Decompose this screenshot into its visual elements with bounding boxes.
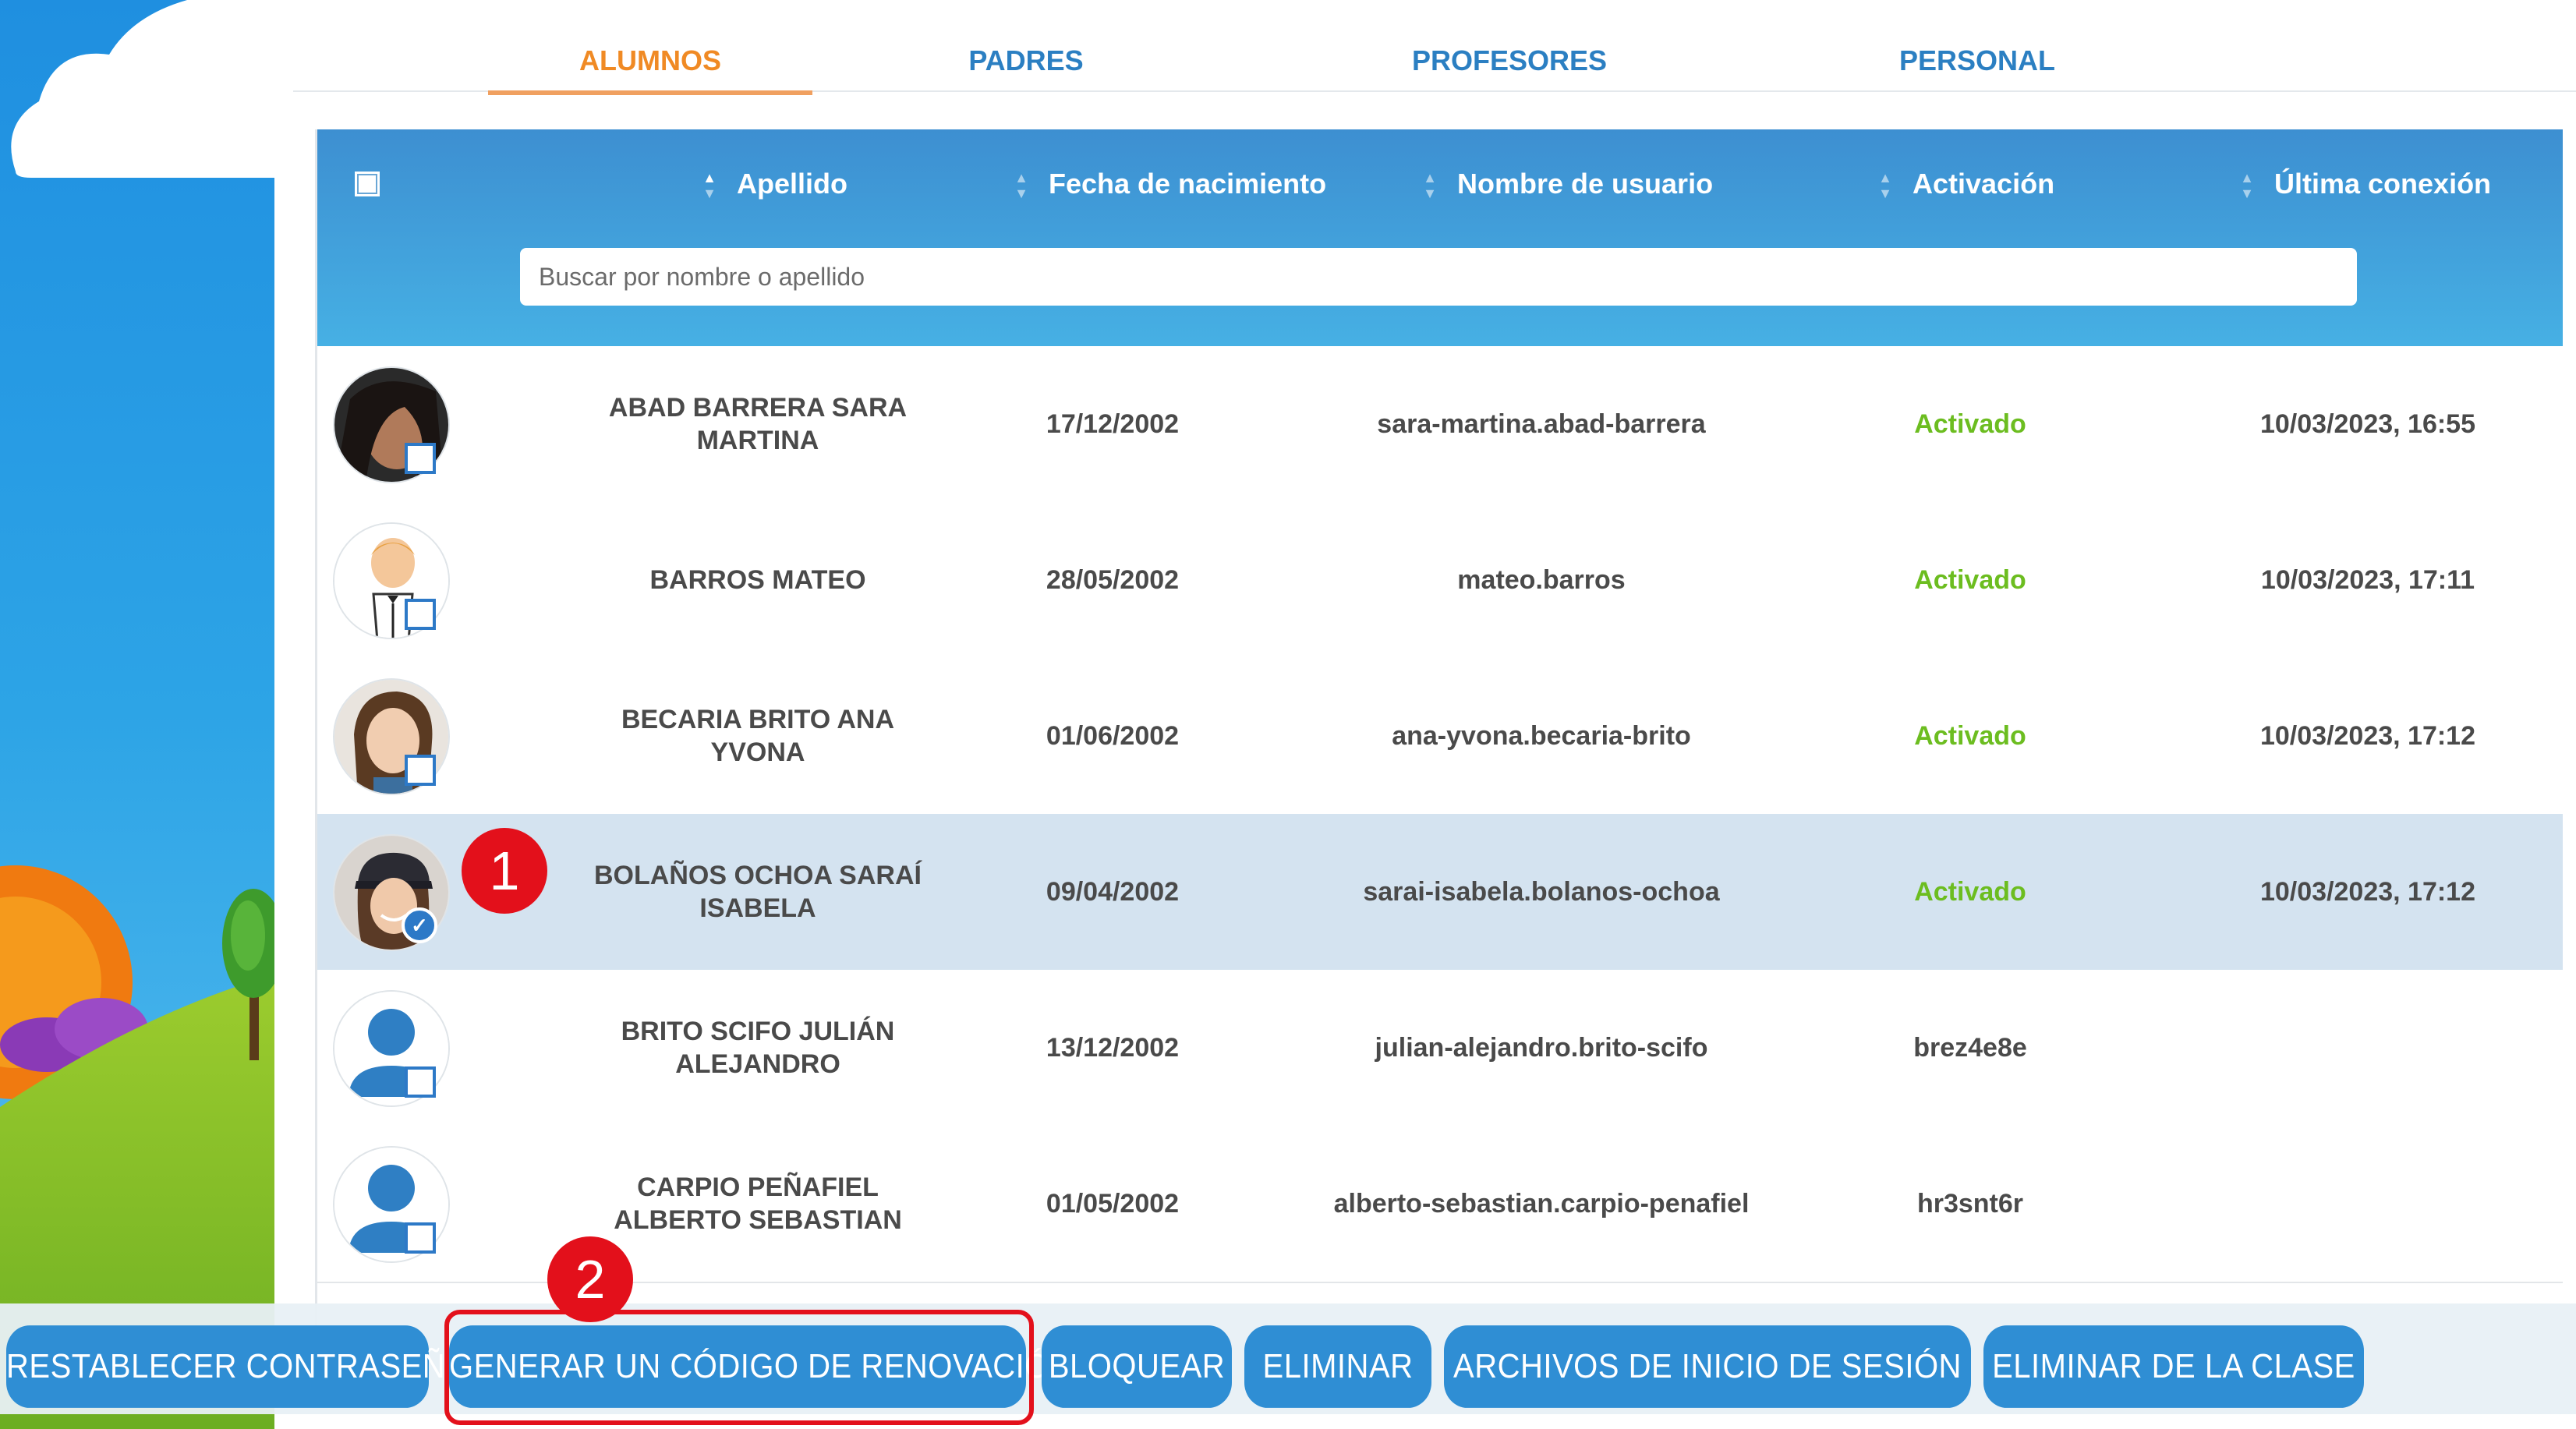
activation-status: Activado (1914, 409, 2026, 439)
column-label: Nombre de usuario (1457, 168, 1714, 200)
delete-button[interactable]: ELIMINAR (1244, 1325, 1431, 1408)
row-checkbox[interactable] (405, 755, 436, 786)
student-name: ABAD BARRERA SARA MARTINA (608, 393, 908, 455)
birth-date: 09/04/2002 (1046, 877, 1180, 907)
main-panel: ALUMNOS PADRES PROFESORES PERSONAL ▲ ▼ Ape… (274, 0, 2576, 1429)
column-apellido[interactable]: ▲ ▼ Apellido (701, 161, 847, 207)
activation-status: Activado (1914, 877, 2026, 907)
search-input[interactable] (520, 248, 2357, 306)
reset-password-button[interactable]: RESTABLECER CONTRASEÑA (6, 1325, 466, 1408)
student-name: BECARIA BRITO ANA YVONA (621, 705, 895, 767)
last-connection: 10/03/2023, 16:55 (2259, 409, 2476, 439)
table-row-selected[interactable]: ✓ BOLAÑOS OCHOA SARAÍ ISABELA 09/04/2002… (317, 814, 2563, 971)
column-label: Última conexión (2274, 168, 2492, 200)
table-row[interactable]: BARROS MATEO 28/05/2002 mateo.barros Act… (317, 502, 2563, 660)
username: alberto-sebastian.carpio-penafiel (1333, 1189, 1750, 1219)
column-fecha-nacimiento[interactable]: ▲ ▼ Fecha de nacimiento (1013, 161, 1326, 207)
annotation-marker-1: 1 (462, 828, 547, 914)
last-connection: 10/03/2023, 17:12 (2259, 721, 2476, 751)
student-name: BRITO SCIFO JULIÁN ALEJANDRO (621, 1017, 895, 1079)
table-row[interactable]: BRITO SCIFO JULIÁN ALEJANDRO 13/12/2002 … (317, 970, 2563, 1127)
column-label: Fecha de nacimiento (1049, 168, 1327, 200)
last-connection: 10/03/2023, 17:12 (2259, 877, 2476, 907)
row-checkbox[interactable] (405, 599, 436, 630)
username: sara-martina.abad-barrera (1377, 409, 1706, 439)
column-label: Apellido (737, 168, 847, 200)
select-all-checkbox[interactable] (355, 172, 380, 196)
table-row[interactable]: CARPIO PEÑAFIEL ALBERTO SEBASTIAN 01/05/… (317, 1126, 2563, 1283)
student-name: CARPIO PEÑAFIEL ALBERTO SEBASTIAN (614, 1173, 902, 1235)
sort-icon: ▲ ▼ (1014, 170, 1028, 202)
table-header: ▲ ▼ Apellido ▲ ▼ Fecha de nacimiento ▲ ▼ Nombr… (317, 129, 2563, 346)
tab-personal[interactable]: PERSONAL (1884, 41, 2071, 90)
remove-from-class-button[interactable]: ELIMINAR DE LA CLASE (1983, 1325, 2364, 1408)
row-checkbox-checked[interactable]: ✓ (402, 907, 437, 943)
tab-profesores[interactable]: PROFESORES (1392, 41, 1626, 90)
tab-padres[interactable]: PADRES (956, 41, 1096, 90)
table-row[interactable]: ABAD BARRERA SARA MARTINA 17/12/2002 sar… (317, 346, 2563, 504)
annotation-highlight-box (444, 1310, 1034, 1425)
column-nombre-usuario[interactable]: ▲ ▼ Nombre de usuario (1421, 161, 1713, 207)
table-row[interactable]: BECARIA BRITO ANA YVONA 01/06/2002 ana-y… (317, 658, 2563, 815)
sort-icon: ▲ ▼ (1423, 170, 1437, 202)
username: sarai-isabela.bolanos-ochoa (1363, 877, 1720, 907)
student-name: BARROS MATEO (649, 565, 866, 595)
login-files-button[interactable]: ARCHIVOS DE INICIO DE SESIÓN (1444, 1325, 1971, 1408)
username: julian-alejandro.brito-scifo (1375, 1033, 1708, 1063)
last-connection (2204, 1126, 2532, 1282)
column-activacion[interactable]: ▲ ▼ Activación (1877, 161, 2054, 207)
activation-status: Activado (1914, 565, 2026, 595)
row-checkbox[interactable] (405, 1066, 436, 1098)
annotation-marker-2: 2 (547, 1236, 633, 1322)
activation-code: hr3snt6r (1916, 1189, 2024, 1219)
sort-icon: ▲ ▼ (702, 170, 717, 202)
birth-date: 01/06/2002 (1046, 721, 1180, 751)
row-checkbox[interactable] (405, 1222, 436, 1254)
column-ultima-conexion[interactable]: ▲ ▼ Última conexión (2238, 161, 2491, 207)
birth-date: 13/12/2002 (1046, 1033, 1180, 1063)
row-checkbox[interactable] (405, 443, 436, 474)
username: mateo.barros (1457, 565, 1626, 595)
block-button[interactable]: BLOQUEAR (1042, 1325, 1232, 1408)
sort-icon: ▲ ▼ (1878, 170, 1892, 202)
activation-code: brez4e8e (1913, 1033, 2027, 1063)
role-tabs: ALUMNOS PADRES PROFESORES PERSONAL (293, 0, 2576, 95)
birth-date: 01/05/2002 (1046, 1189, 1180, 1219)
last-connection (2204, 970, 2532, 1126)
background-scene (0, 0, 274, 1429)
tab-alumnos[interactable]: ALUMNOS (488, 41, 812, 95)
student-name: BOLAÑOS OCHOA SARAÍ ISABELA (594, 861, 922, 923)
username: ana-yvona.becaria-brito (1392, 721, 1691, 751)
sort-icon: ▲ ▼ (2240, 170, 2254, 202)
birth-date: 17/12/2002 (1046, 409, 1180, 439)
last-connection: 10/03/2023, 17:11 (2260, 565, 2475, 595)
students-table: ▲ ▼ Apellido ▲ ▼ Fecha de nacimiento ▲ ▼ Nombr… (315, 129, 2563, 1377)
column-label: Activación (1913, 168, 2055, 200)
birth-date: 28/05/2002 (1046, 565, 1180, 595)
activation-status: Activado (1914, 721, 2026, 751)
action-toolbar: RESTABLECER CONTRASEÑA GENERAR UN CÓDIGO… (0, 1303, 2576, 1414)
